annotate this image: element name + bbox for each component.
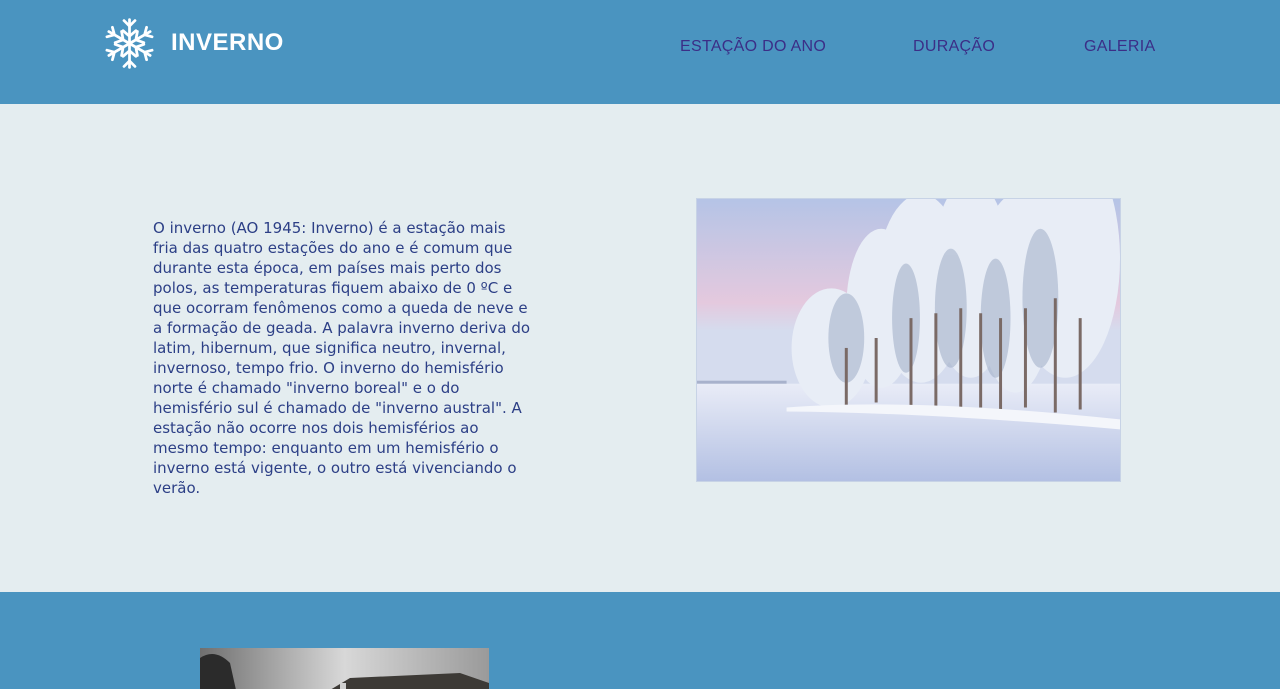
site-header: INVERNO ESTAÇÃO DO ANO DURAÇÃO GALERIA — [0, 0, 1280, 104]
winter-building-photo — [200, 648, 489, 689]
intro-section: O inverno (AO 1945: Inverno) é a estação… — [0, 104, 1280, 592]
nav-link-estacao[interactable]: ESTAÇÃO DO ANO — [680, 38, 826, 56]
logo[interactable]: INVERNO — [102, 16, 284, 70]
nav-link-duracao[interactable]: DURAÇÃO — [913, 38, 995, 56]
nav-link-galeria[interactable]: GALERIA — [1084, 38, 1155, 56]
intro-paragraph: O inverno (AO 1945: Inverno) é a estação… — [153, 219, 531, 497]
brand-title: INVERNO — [171, 29, 284, 56]
duration-section — [0, 592, 1280, 689]
winter-forest-photo — [696, 198, 1121, 482]
snowflake-icon — [102, 16, 157, 71]
